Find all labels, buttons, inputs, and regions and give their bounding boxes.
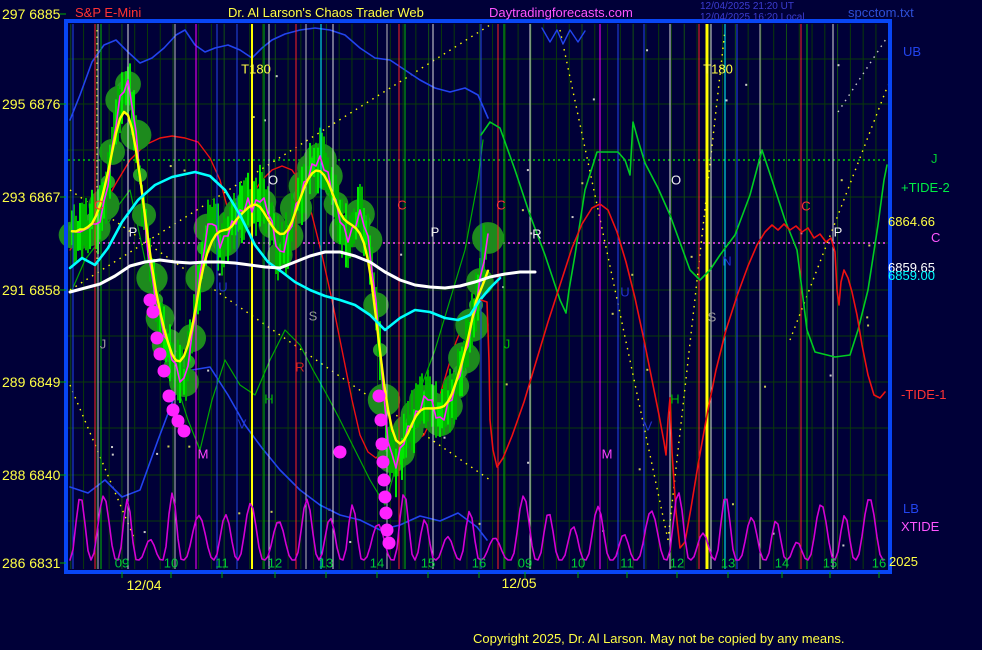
x-axis-date-label: 12/05	[501, 576, 536, 590]
chaos-letter-V: V	[644, 418, 653, 433]
copyright-notice: Copyright 2025, Dr. Al Larson. May not b…	[473, 632, 844, 645]
x-axis-hour-label: 16	[472, 557, 486, 570]
price-forecast-chart: T180 T180 O O C C C C P P P R R N U U V V S S J J H H M M	[0, 0, 982, 650]
chaos-letter-J: J	[100, 336, 107, 351]
chaos-letter-M: M	[602, 446, 613, 461]
chaos-letter-H: H	[670, 391, 679, 406]
chaos-letter-C: C	[801, 198, 810, 213]
chaos-letter-S: S	[309, 308, 318, 323]
chaos-letter-C: C	[94, 197, 103, 212]
event-vertical-lines	[73, 24, 833, 569]
right-edge-label-C: C	[931, 231, 940, 244]
symbol-label: S&P E-Mini	[75, 6, 141, 19]
x-axis-hour-label: 13	[721, 557, 735, 570]
x-axis-hour-label: 13	[319, 557, 333, 570]
chaos-letter-P: P	[129, 224, 138, 239]
chaos-letter-H: H	[264, 391, 273, 406]
x-axis-hour-label: 10	[164, 557, 178, 570]
x-axis-hour-label: 12	[268, 557, 282, 570]
y-axis-label: 297 6885	[2, 7, 60, 21]
chaos-letter-U: U	[620, 284, 629, 299]
timestamp-ut: 12/04/2025 21:20 UT	[700, 2, 794, 12]
chaos-letter-V: V	[238, 416, 247, 431]
chaos-letter-P: P	[834, 224, 843, 239]
x-axis-hour-label: 15	[823, 557, 837, 570]
right-edge-label-TIDE1: -TIDE-1	[901, 388, 947, 401]
right-edge-label-685900: 6859.00	[888, 269, 935, 282]
site-link[interactable]: Daytradingforecasts.com	[489, 6, 633, 19]
right-edge-label-TIDE2: +TIDE-2	[901, 181, 950, 194]
chaos-letter-O: O	[671, 172, 681, 187]
chaos-letter-U: U	[218, 279, 227, 294]
x-axis-hour-label: 11	[215, 557, 229, 570]
x-axis-hour-label: 11	[620, 557, 634, 570]
chaos-letter-R: R	[295, 359, 304, 374]
right-edge-label-686466: 6864.66	[888, 215, 935, 228]
x-axis-hour-label: 15	[421, 557, 435, 570]
right-edge-label-XTIDE: XTIDE	[901, 520, 939, 533]
y-axis-label: 291 6858	[2, 283, 60, 297]
chaos-letter-T180: T180	[703, 61, 733, 76]
y-axis-label: 286 6831	[2, 556, 60, 570]
page-title: Dr. Al Larson's Chaos Trader Web	[228, 6, 424, 19]
star-dots	[111, 49, 870, 546]
x-axis-hour-label: 10	[571, 557, 585, 570]
y-axis-label: 288 6840	[2, 468, 60, 482]
right-edge-label-LB: LB	[903, 502, 919, 515]
x-axis-hour-label: 14	[775, 557, 789, 570]
right-edge-label-UB: UB	[903, 45, 921, 58]
chaos-letter-C: C	[397, 197, 406, 212]
chaos-letter-R: R	[532, 226, 541, 241]
y-axis-label: 289 6849	[2, 375, 60, 389]
price-bars	[72, 63, 486, 497]
x-axis-hour-label: 16	[872, 557, 886, 570]
y-axis-label: 295 6876	[2, 97, 60, 111]
chaos-letter-C: C	[496, 197, 505, 212]
chaos-letter-M: M	[198, 446, 209, 461]
chaos-trader-chart-page: T180 T180 O O C C C C P P P R R N U U V V S S J J H H M M S&P E-M…	[0, 0, 982, 650]
x-axis-hour-label: 14	[370, 557, 384, 570]
y-axis-label: 293 6867	[2, 190, 60, 204]
chaos-letter-O: O	[268, 172, 278, 187]
timestamp-local: 12/04/2025 16:20 Local	[700, 13, 805, 23]
chaos-letter-S: S	[708, 309, 717, 324]
x-axis-hour-label: 09	[115, 557, 129, 570]
chaos-letter-N: N	[722, 253, 731, 268]
x-axis-hour-label: 09	[518, 557, 532, 570]
x-axis-hour-label: 12	[670, 557, 684, 570]
right-edge-label-J: J	[931, 152, 938, 165]
right-edge-label-2025: 2025	[889, 555, 918, 568]
x-axis-date-label: 12/04	[126, 578, 161, 592]
chaos-letter-J: J	[504, 336, 511, 351]
chaos-letter-P: P	[431, 224, 440, 239]
data-file-link[interactable]: spcctom.txt	[848, 6, 914, 19]
chaos-letter-T180: T180	[241, 61, 271, 76]
